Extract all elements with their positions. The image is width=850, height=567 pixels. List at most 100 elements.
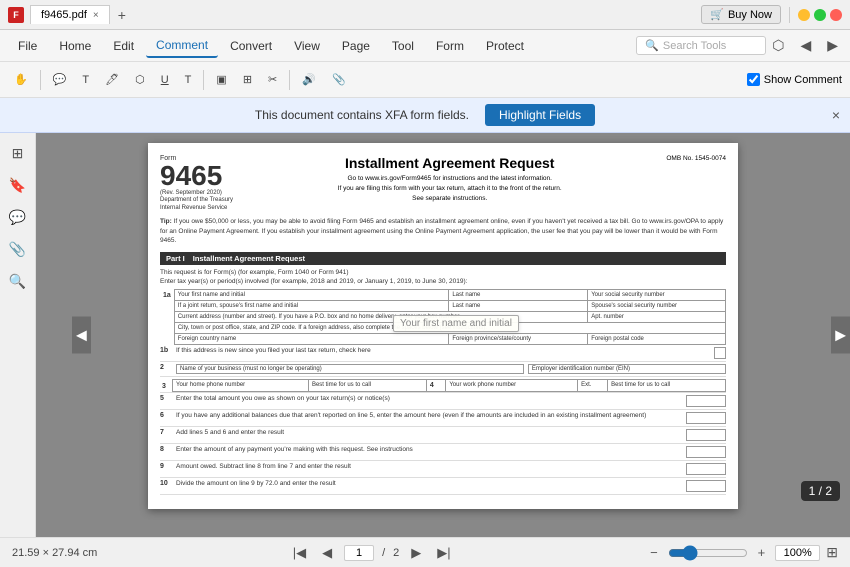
back-icon[interactable]: ◀ <box>796 35 815 56</box>
best-time-cell[interactable]: Best time for us to call <box>308 380 426 392</box>
menu-home[interactable]: Home <box>49 35 101 57</box>
tip-text: If you owe $50,000 or less, you may be a… <box>160 218 723 245</box>
sidebar-search-icon[interactable]: 🔍 <box>6 269 30 293</box>
show-comment-text: Show Comment <box>764 74 842 86</box>
toolbar-delete[interactable]: ✂ <box>262 70 283 89</box>
menu-form[interactable]: Form <box>426 35 474 57</box>
toolbar-text-comment[interactable]: T <box>76 71 95 89</box>
line-7-box[interactable] <box>686 429 726 441</box>
table-row: Foreign country name Foreign province/st… <box>160 334 726 345</box>
total-pages: 2 <box>393 547 399 559</box>
toolbar-text-box[interactable]: T <box>179 71 198 89</box>
best-time-work-cell[interactable]: Best time for us to call <box>608 380 726 392</box>
page-input[interactable] <box>344 545 374 561</box>
foreign-postal-cell[interactable]: Foreign postal code <box>588 334 726 345</box>
ext-cell[interactable]: Ext. <box>578 380 608 392</box>
new-tab-btn[interactable]: + <box>110 4 134 26</box>
line-9-box[interactable] <box>686 463 726 475</box>
show-comment-checkbox[interactable] <box>747 73 760 86</box>
zoom-input[interactable] <box>775 545 820 561</box>
spouse-last-cell[interactable]: Last name <box>449 301 588 312</box>
menu-file[interactable]: File <box>8 35 47 57</box>
zoom-slider[interactable] <box>668 545 748 561</box>
close-btn[interactable] <box>830 9 842 21</box>
toolbar-audio[interactable]: 🔊 <box>296 70 322 89</box>
tax-year-line: Enter tax year(s) or period(s) involved … <box>160 278 467 285</box>
city-cell[interactable]: City, town or post office, state, and ZI… <box>174 323 725 334</box>
zoom-in-btn[interactable]: + <box>754 543 770 562</box>
business-name-cell[interactable]: Name of your business (must no longer be… <box>176 364 524 374</box>
fit-page-btn[interactable]: ⊞ <box>826 544 838 561</box>
form-fields-table: 1a Your first name and initial Last name… <box>160 289 726 345</box>
table-row: 1a Your first name and initial Last name… <box>160 290 726 301</box>
tip-box: Tip: If you owe $50,000 or less, you may… <box>160 217 726 246</box>
toolbar-highlight[interactable]: 🖊 <box>99 70 125 89</box>
buy-now-btn[interactable]: 🛒 Buy Now <box>701 5 781 24</box>
ssn-cell[interactable]: Your social security number <box>588 290 726 301</box>
toolbar-sticky-note[interactable]: 💬 <box>47 70 73 89</box>
highlight-fields-btn[interactable]: Highlight Fields <box>485 104 595 126</box>
menu-page[interactable]: Page <box>332 35 380 57</box>
toolbar-stamp[interactable]: ▣ <box>210 70 232 89</box>
doc-nav-right-btn[interactable]: ▶ <box>831 317 850 354</box>
file-tab[interactable]: f9465.pdf × <box>30 5 110 24</box>
toolbar-sep-1 <box>40 70 41 90</box>
menu-view[interactable]: View <box>284 35 330 57</box>
toolbar-sep-2 <box>203 70 204 90</box>
show-comment-label[interactable]: Show Comment <box>747 73 842 86</box>
sidebar-bookmark-icon[interactable]: 🔖 <box>6 173 30 197</box>
tab-filename: f9465.pdf <box>41 9 87 21</box>
share-icon[interactable]: ⬡ <box>768 35 788 56</box>
menu-convert[interactable]: Convert <box>220 35 282 57</box>
sidebar-thumbnail-icon[interactable]: ⊞ <box>6 141 30 165</box>
work-phone-cell[interactable]: Your work phone number <box>446 380 578 392</box>
apt-cell[interactable]: Apt. number <box>588 312 726 323</box>
maximize-btn[interactable] <box>814 9 826 21</box>
toolbar-hand[interactable]: ✋ <box>8 70 34 89</box>
tab-close-btn[interactable]: × <box>93 10 99 21</box>
form-subtitle1: Go to www.irs.gov/Form9465 for instructi… <box>243 174 656 184</box>
form-dept1: Department of the Treasury <box>160 196 233 204</box>
next-page-btn[interactable]: ▶ <box>407 543 425 563</box>
sidebar-comment-icon[interactable]: 💬 <box>6 205 30 229</box>
line-10-box[interactable] <box>686 480 726 492</box>
prev-page-btn[interactable]: ◀ <box>318 543 336 563</box>
spouse-name-cell[interactable]: If a joint return, spouse's first name a… <box>174 301 449 312</box>
line-1b-checkbox[interactable] <box>714 347 726 359</box>
spouse-ssn-cell[interactable]: Spouse's social security number <box>588 301 726 312</box>
line-8-box[interactable] <box>686 446 726 458</box>
toolbar: ✋ 💬 T 🖊 ⬡ U T ▣ ⊞ ✂ 🔊 📎 Show Comment <box>0 62 850 98</box>
menu-comment[interactable]: Comment <box>146 34 218 58</box>
minimize-btn[interactable] <box>798 9 810 21</box>
toolbar-shapes[interactable]: ⬡ <box>129 70 151 89</box>
toolbar-underline[interactable]: U <box>155 71 175 89</box>
menu-protect[interactable]: Protect <box>476 35 534 57</box>
line-6-box[interactable] <box>686 412 726 424</box>
last-name-cell[interactable]: Last name <box>449 290 588 301</box>
city-label: City, town or post office, state, and ZI… <box>178 325 722 331</box>
address-cell[interactable]: Current address (number and street). If … <box>174 312 587 323</box>
employer-id-cell[interactable]: Employer identification number (EIN) <box>528 364 726 374</box>
first-name-cell[interactable]: Your first name and initial <box>174 290 449 301</box>
menu-edit[interactable]: Edit <box>103 35 144 57</box>
menu-tool[interactable]: Tool <box>382 35 424 57</box>
field-4-num-cell: 4 <box>426 380 445 392</box>
line-5-box[interactable] <box>686 395 726 407</box>
zoom-out-btn[interactable]: − <box>646 543 662 562</box>
doc-nav-left-btn[interactable]: ◀ <box>72 317 91 354</box>
page-count-badge: 1 / 2 <box>801 481 840 501</box>
toolbar-attachment[interactable]: 📎 <box>326 70 352 89</box>
foreign-province-cell[interactable]: Foreign province/state/county <box>449 334 588 345</box>
dimensions-label: 21.59 × 27.94 cm <box>12 547 97 559</box>
search-tools-input[interactable]: 🔍 Search Tools <box>636 36 766 55</box>
home-phone-cell[interactable]: Your home phone number <box>173 380 309 392</box>
foreign-country-cell[interactable]: Foreign country name <box>174 334 449 345</box>
xfa-close-btn[interactable]: × <box>832 107 840 123</box>
forward-icon[interactable]: ▶ <box>823 35 842 56</box>
last-page-btn[interactable]: ▶| <box>433 543 454 563</box>
search-placeholder: Search Tools <box>663 40 726 52</box>
omb-text: OMB No. 1545-0074 <box>666 155 726 162</box>
first-page-btn[interactable]: |◀ <box>289 543 310 563</box>
sidebar-attachment-icon[interactable]: 📎 <box>6 237 30 261</box>
toolbar-insert[interactable]: ⊞ <box>237 70 258 89</box>
